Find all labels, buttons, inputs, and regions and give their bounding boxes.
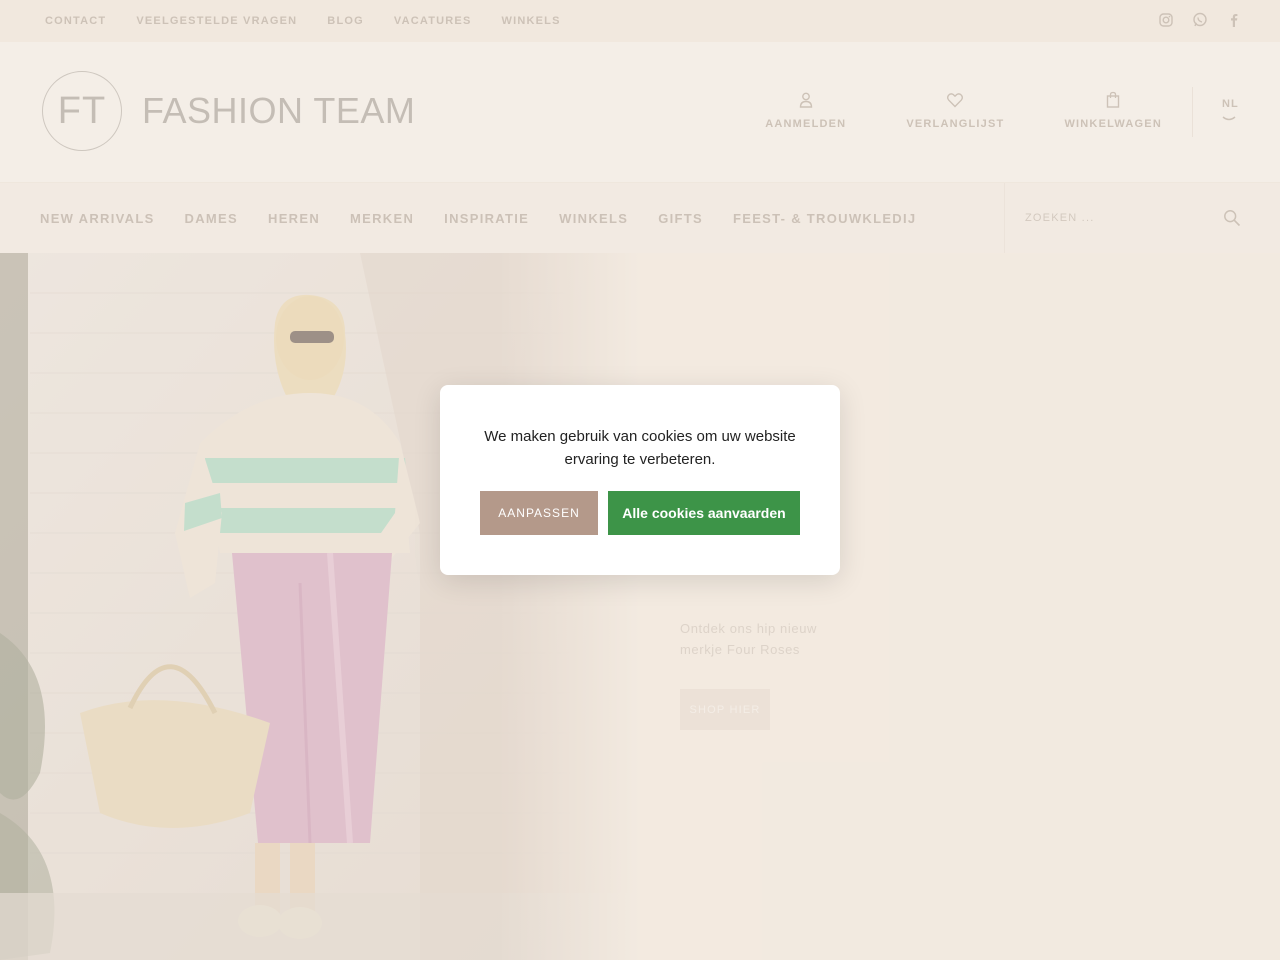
chevron-down-icon (1222, 114, 1236, 124)
top-link-faq[interactable]: VEELGESTELDE VRAGEN (136, 15, 297, 27)
login-label: AANMELDEN (765, 118, 847, 130)
social-links (1158, 12, 1242, 28)
search-icon[interactable] (1223, 209, 1241, 227)
nav-item-dames[interactable]: DAMES (185, 211, 238, 226)
nav-item-new-arrivals[interactable]: NEW ARRIVALS (40, 211, 155, 226)
logo-monogram: FT (42, 71, 122, 151)
language-selector[interactable]: NL (1222, 98, 1239, 124)
search-input[interactable] (1025, 207, 1205, 229)
heart-icon (945, 90, 965, 110)
hero-photo (0, 253, 640, 960)
shop-here-button[interactable]: SHOP HIER (680, 689, 770, 730)
nav-item-feest-trouwkledij[interactable]: FEEST- & TROUWKLEDIJ (733, 211, 916, 226)
cart-button[interactable]: WINKELWAGEN (1064, 90, 1162, 130)
hero-banner: Ontdek ons hip nieuw merkje Four Roses S… (0, 253, 1280, 960)
cookie-message: We maken gebruik van cookies om uw websi… (484, 428, 796, 468)
nav-item-gifts[interactable]: GIFTS (658, 211, 703, 226)
main-navigation: NEW ARRIVALS DAMES HEREN MERKEN INSPIRAT… (0, 182, 1280, 254)
top-link-contact[interactable]: CONTACT (45, 15, 106, 27)
logo-wordmark: FASHION TEAM (142, 90, 416, 131)
cookie-adjust-button[interactable]: AANPASSEN (480, 491, 598, 535)
top-bar: CONTACT VEELGESTELDE VRAGEN BLOG VACATUR… (0, 0, 1280, 42)
instagram-icon[interactable] (1158, 12, 1174, 28)
nav-item-inspiratie[interactable]: INSPIRATIE (444, 211, 529, 226)
cart-label: WINKELWAGEN (1064, 118, 1162, 130)
site-header: FT FASHION TEAM AANMELDEN VERLANGLIJST W… (0, 42, 1280, 182)
bag-icon (1103, 90, 1123, 110)
whatsapp-icon[interactable] (1192, 12, 1208, 28)
cookie-consent-dialog: We maken gebruik van cookies om uw websi… (440, 385, 840, 575)
hero-text: Ontdek ons hip nieuw merkje Four Roses (680, 621, 818, 657)
site-logo[interactable]: FT FASHION TEAM (42, 71, 415, 151)
nav-item-heren[interactable]: HEREN (268, 211, 320, 226)
nav-item-merken[interactable]: MERKEN (350, 211, 414, 226)
cookie-accept-all-button[interactable]: Alle cookies aanvaarden (608, 491, 800, 535)
user-icon (796, 90, 816, 110)
top-link-vacatures[interactable]: VACATURES (394, 15, 472, 27)
facebook-icon[interactable] (1226, 12, 1242, 28)
top-links: CONTACT VEELGESTELDE VRAGEN BLOG VACATUR… (45, 0, 591, 42)
wishlist-button[interactable]: VERLANGLIJST (906, 90, 1004, 130)
top-link-blog[interactable]: BLOG (327, 15, 364, 27)
nav-item-winkels[interactable]: WINKELS (559, 211, 628, 226)
wishlist-label: VERLANGLIJST (906, 118, 1005, 130)
header-actions: AANMELDEN VERLANGLIJST WINKELWAGEN (705, 90, 1162, 130)
login-button[interactable]: AANMELDEN (765, 90, 846, 130)
header-divider (1192, 87, 1193, 137)
search-box (1004, 183, 1280, 254)
nav-items: NEW ARRIVALS DAMES HEREN MERKEN INSPIRAT… (40, 183, 946, 254)
language-label: NL (1222, 98, 1239, 110)
top-link-winkels[interactable]: WINKELS (502, 15, 561, 27)
